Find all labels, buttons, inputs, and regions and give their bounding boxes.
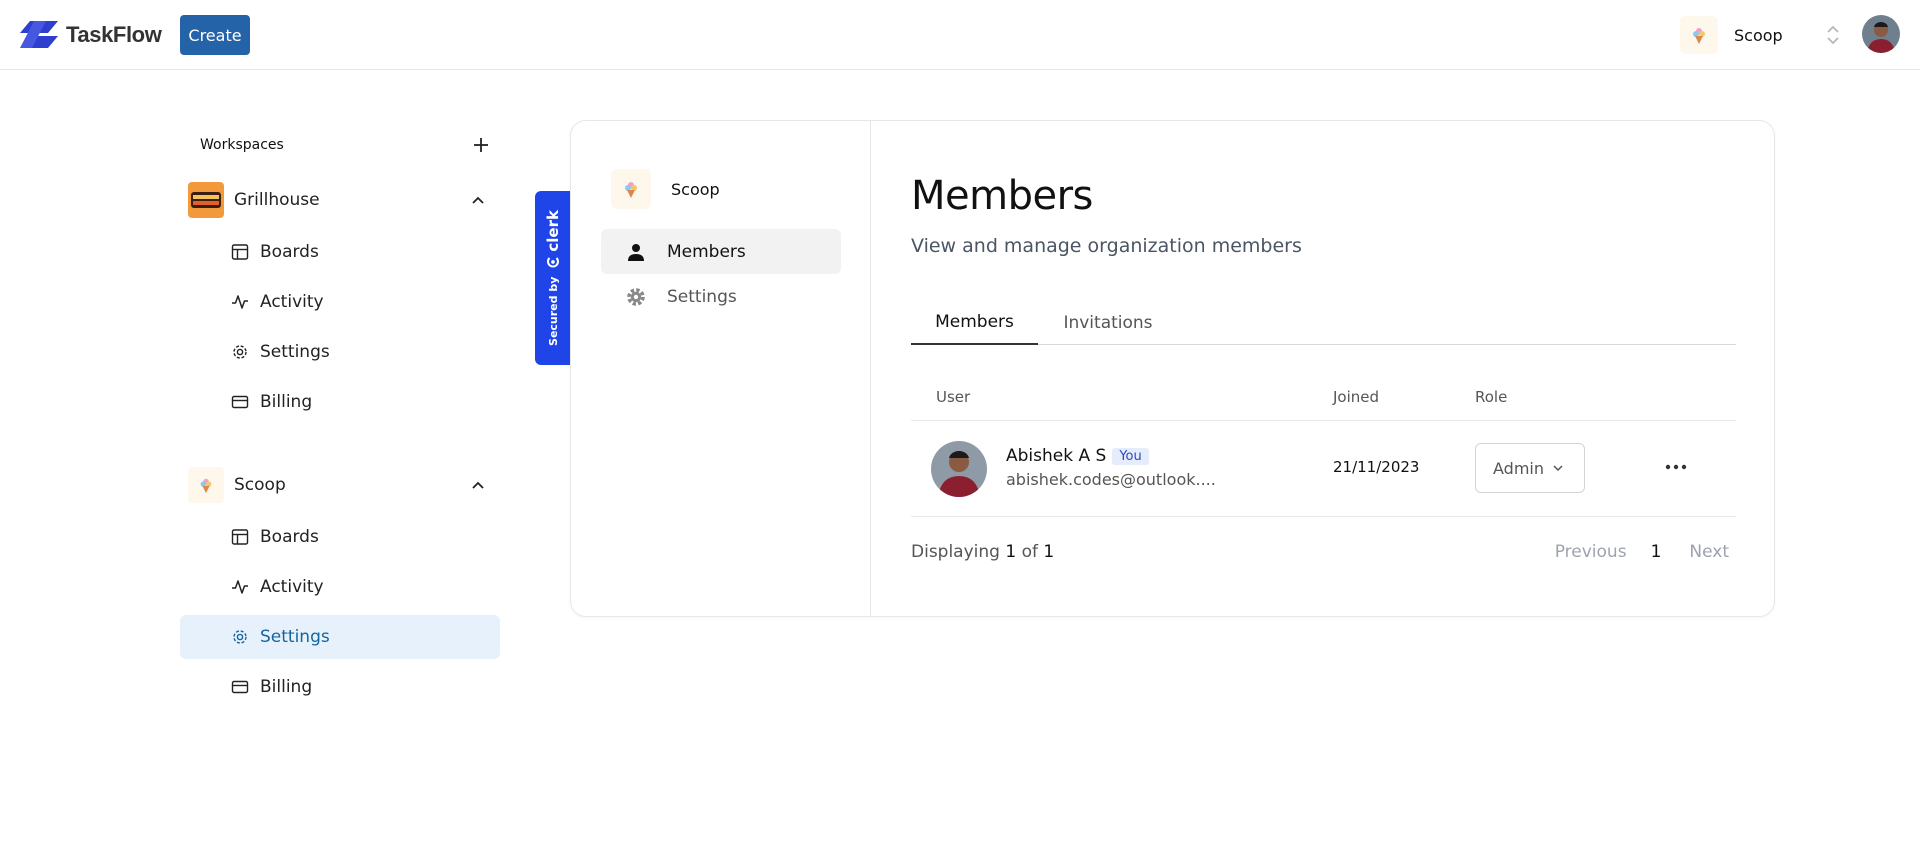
workspaces-title: Workspaces	[200, 137, 284, 153]
displaying-total: 1	[1043, 542, 1055, 562]
sidebar-item-settings[interactable]: Settings	[180, 615, 500, 659]
grillhouse-logo-icon	[188, 182, 224, 218]
credit-card-icon	[230, 392, 250, 412]
sidebar-item-label: Boards	[260, 242, 319, 262]
page-subtitle: View and manage organization members	[911, 235, 1302, 257]
org-profile-nav: Scoop Members Settings	[571, 121, 871, 616]
column-header-joined: Joined	[1333, 388, 1380, 406]
scoop-logo-icon	[625, 182, 637, 198]
previous-button[interactable]: Previous	[1555, 542, 1627, 562]
page-number[interactable]: 1	[1651, 542, 1662, 562]
top-navbar: TaskFlow Create Scoop	[0, 0, 1920, 70]
sidebar-item-label: Billing	[260, 392, 313, 412]
sidebar-item-boards[interactable]: Boards	[180, 230, 500, 274]
sidebar-item-label: Billing	[260, 677, 313, 697]
clerk-logo-icon	[547, 256, 559, 268]
sidebar-item-boards[interactable]: Boards	[180, 515, 500, 559]
org-profile-header: Scoop	[611, 169, 720, 209]
members-tabs: Members Invitations	[911, 301, 1736, 345]
plus-icon[interactable]	[472, 136, 490, 154]
next-button[interactable]: Next	[1689, 542, 1729, 562]
avatar-photo	[931, 441, 987, 497]
activity-icon	[230, 577, 250, 597]
sidebar-org-scoop[interactable]: Scoop	[180, 460, 500, 510]
gear-icon	[625, 286, 647, 308]
table-divider	[911, 420, 1736, 421]
member-joined-date: 21/11/2023	[1333, 458, 1420, 476]
board-icon	[230, 242, 250, 262]
activity-icon	[230, 292, 250, 312]
secured-by-clerk-badge[interactable]: Secured by clerk	[535, 191, 571, 365]
sidebar-item-label: Settings	[260, 627, 330, 647]
page-title: Members	[911, 173, 1093, 219]
tab-invitations[interactable]: Invitations	[1038, 301, 1178, 345]
scoop-logo	[188, 467, 224, 503]
workspaces-header: Workspaces	[200, 136, 490, 154]
sidebar-item-settings[interactable]: Settings	[180, 330, 500, 374]
table-divider	[911, 516, 1736, 517]
sidebar-item-activity[interactable]: Activity	[180, 565, 500, 609]
chevron-up-icon	[472, 481, 484, 489]
org-nav-label: Members	[667, 241, 746, 262]
column-header-role: Role	[1475, 388, 1508, 406]
organization-profile-card: Scoop Members Settings Members View and …	[570, 120, 1775, 617]
sidebar-item-billing[interactable]: Billing	[180, 665, 500, 709]
role-value: Admin	[1493, 458, 1544, 478]
sidebar-item-label: Activity	[260, 577, 324, 597]
chevron-up-down-icon	[1827, 25, 1839, 45]
credit-card-icon	[230, 677, 250, 697]
member-name-line: Abishek A S You	[1006, 446, 1149, 466]
grillhouse-logo	[188, 182, 224, 218]
sidebar-item-label: Boards	[260, 527, 319, 547]
org-logo	[1680, 16, 1718, 54]
org-nav-settings[interactable]: Settings	[601, 274, 841, 319]
brand-name: TaskFlow	[66, 22, 162, 47]
role-select[interactable]: Admin	[1475, 443, 1585, 493]
members-panel: Members View and manage organization mem…	[911, 121, 1736, 616]
sidebar-item-label: Settings	[260, 342, 330, 362]
scoop-logo-icon	[200, 478, 212, 494]
scoop-logo-icon	[1693, 28, 1705, 44]
create-button[interactable]: Create	[180, 15, 250, 55]
org-label: Grillhouse	[234, 190, 320, 210]
settings-icon	[230, 627, 250, 647]
displaying-current: 1	[1005, 542, 1017, 562]
sidebar-item-billing[interactable]: Billing	[180, 380, 500, 424]
member-name: Abishek A S	[1006, 446, 1107, 466]
tab-members[interactable]: Members	[911, 301, 1038, 345]
more-options-icon[interactable]	[1664, 457, 1688, 477]
clerk-brand: clerk	[544, 210, 562, 269]
scoop-logo	[611, 169, 651, 209]
of-label: of	[1021, 542, 1038, 562]
organization-switcher[interactable]: Scoop	[1680, 16, 1839, 54]
chevron-down-icon	[1553, 465, 1563, 472]
app-logo[interactable]: TaskFlow	[20, 19, 162, 51]
taskflow-logo-icon	[20, 21, 58, 48]
pagination: Previous 1 Next	[1555, 540, 1736, 564]
chevron-up-icon	[472, 196, 484, 204]
sidebar-item-label: Activity	[260, 292, 324, 312]
user-icon	[625, 241, 647, 263]
avatar-photo	[1862, 15, 1900, 53]
secured-by-text: Secured by	[546, 276, 560, 346]
displaying-label: Displaying	[911, 542, 1000, 562]
column-header-user: User	[936, 388, 971, 406]
user-avatar[interactable]	[1862, 15, 1900, 53]
org-nav-label: Settings	[667, 286, 737, 307]
member-avatar	[931, 441, 987, 497]
sidebar-org-grillhouse[interactable]: Grillhouse	[180, 175, 500, 225]
org-label: Scoop	[234, 475, 286, 495]
you-badge: You	[1112, 447, 1149, 465]
settings-icon	[230, 342, 250, 362]
org-profile-name: Scoop	[671, 179, 720, 199]
sidebar-item-activity[interactable]: Activity	[180, 280, 500, 324]
member-email: abishek.codes@outlook....	[1006, 470, 1216, 489]
board-icon	[230, 527, 250, 547]
clerk-brand-text: clerk	[544, 210, 562, 252]
org-switcher-name: Scoop	[1734, 25, 1783, 45]
pagination-summary: Displaying 1 of 1	[911, 542, 1054, 562]
org-nav-members[interactable]: Members	[601, 229, 841, 274]
